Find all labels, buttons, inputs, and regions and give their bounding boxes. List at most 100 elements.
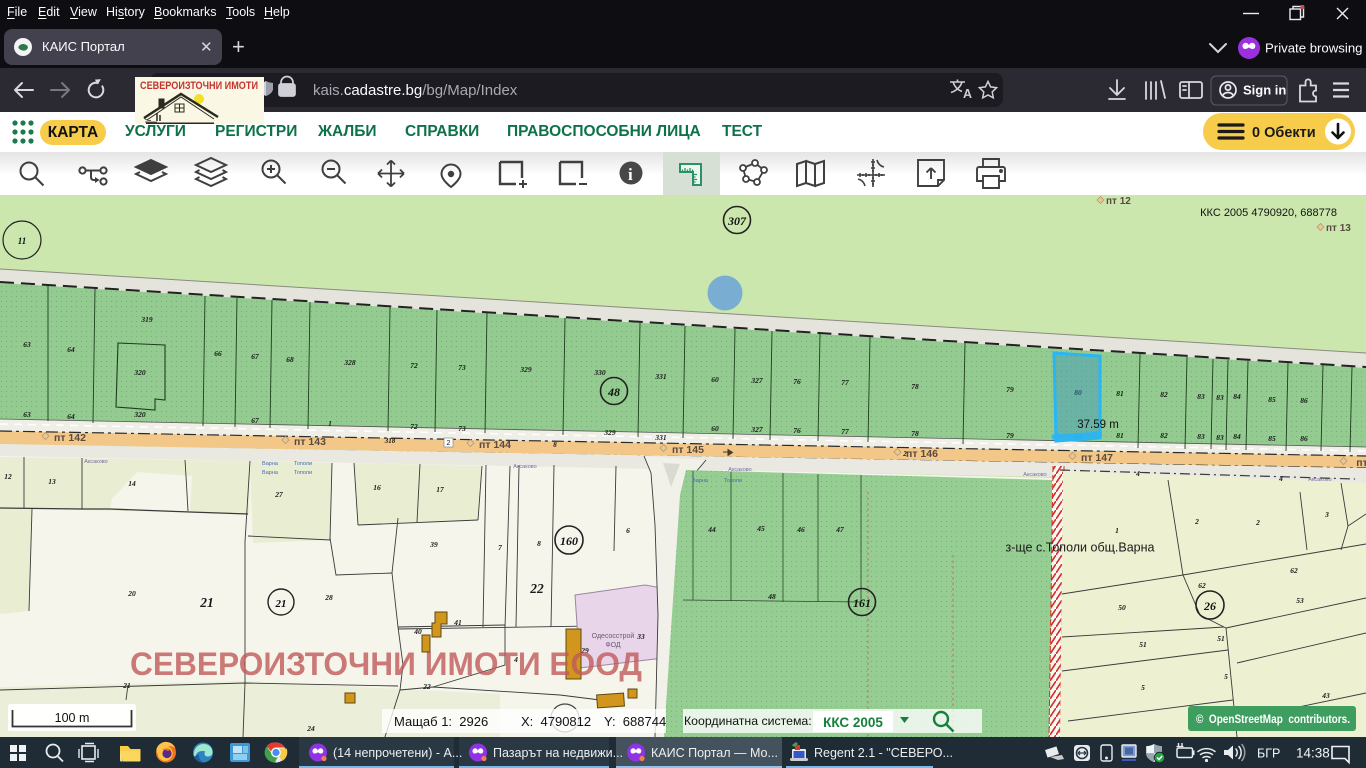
svg-text:62: 62: [1198, 581, 1206, 590]
svg-text:64: 64: [67, 412, 75, 421]
svg-text:СЕВЕРОИЗТОЧНИ ИМОТИ ЕООД: СЕВЕРОИЗТОЧНИ ИМОТИ ЕООД: [130, 646, 642, 682]
svg-text:Мащаб 1: 2926: Мащаб 1: 2926: [394, 714, 488, 729]
svg-text:Y: 688744: Y: 688744: [604, 714, 666, 729]
svg-text:40: 40: [413, 627, 422, 636]
svg-text:82: 82: [1160, 431, 1168, 440]
svg-text:Аксаково: Аксаково: [84, 459, 107, 465]
svg-text:22: 22: [422, 682, 431, 691]
svg-text:2: 2: [1194, 517, 1199, 526]
svg-text:11: 11: [18, 236, 27, 246]
svg-text:50: 50: [1118, 603, 1126, 612]
svg-text:20: 20: [127, 589, 136, 598]
svg-text:пт 145: пт 145: [672, 444, 704, 456]
svg-text:Regent 2.1 - "СЕВЕРО...: Regent 2.1 - "СЕВЕРО...: [814, 746, 953, 760]
svg-text:27: 27: [274, 490, 283, 499]
svg-text:51: 51: [1217, 634, 1225, 643]
svg-text:83: 83: [1216, 393, 1224, 402]
svg-text:28: 28: [324, 593, 333, 602]
svg-text:Тополи: Тополи: [294, 470, 312, 476]
svg-text:82: 82: [1160, 390, 1168, 399]
svg-text:77: 77: [841, 378, 849, 387]
svg-text:44: 44: [707, 525, 716, 534]
svg-text:2: 2: [447, 440, 451, 447]
svg-text:53: 53: [1296, 596, 1304, 605]
svg-text:7: 7: [498, 543, 502, 552]
svg-text:22: 22: [529, 581, 544, 596]
svg-text:пт 143: пт 143: [294, 436, 326, 448]
svg-text:161: 161: [853, 596, 871, 610]
svg-text:39: 39: [429, 540, 438, 549]
svg-text:63: 63: [23, 340, 31, 349]
svg-text:17: 17: [436, 485, 444, 494]
svg-text:пт: пт: [1356, 457, 1366, 469]
svg-text:307: 307: [727, 214, 747, 228]
svg-text:328: 328: [343, 358, 356, 367]
svg-text:Координатна система:: Координатна система:: [684, 714, 812, 728]
svg-text:85: 85: [1268, 395, 1276, 404]
svg-text:Одесосстрой: Одесосстрой: [592, 632, 635, 640]
svg-text:320: 320: [133, 410, 146, 419]
svg-text:67: 67: [251, 416, 259, 425]
svg-text:X: 4790812: X: 4790812: [521, 714, 591, 729]
svg-text:Private browsing: Private browsing: [1265, 41, 1362, 56]
svg-text:84: 84: [1233, 432, 1241, 441]
svg-text:4: 4: [1135, 469, 1140, 478]
svg-text:Варна: Варна: [262, 470, 279, 476]
svg-text:47: 47: [835, 525, 844, 534]
svg-text:329: 329: [603, 428, 616, 437]
svg-text:5: 5: [1141, 683, 1145, 692]
svg-text:5: 5: [1224, 672, 1228, 681]
svg-text:60: 60: [711, 424, 719, 433]
svg-text:2: 2: [1255, 518, 1260, 527]
svg-text:83: 83: [1197, 392, 1205, 401]
svg-text:21: 21: [275, 598, 287, 610]
svg-text:Тополи: Тополи: [724, 478, 742, 484]
svg-text:8: 8: [553, 441, 557, 449]
svg-text:77: 77: [841, 427, 849, 436]
svg-text:пт 142: пт 142: [54, 432, 86, 444]
svg-text:330: 330: [593, 368, 606, 377]
svg-text:пт 12: пт 12: [1106, 196, 1131, 207]
svg-text:пт 147: пт 147: [1081, 452, 1113, 464]
svg-text:12: 12: [4, 472, 12, 481]
svg-text:76: 76: [793, 426, 801, 435]
svg-text:43: 43: [1321, 691, 1330, 700]
svg-text:73: 73: [458, 424, 466, 433]
svg-text:A: A: [963, 87, 972, 101]
svg-text:пт 146: пт 146: [906, 448, 938, 460]
svg-text:48: 48: [767, 592, 776, 601]
svg-text:327: 327: [750, 376, 763, 385]
svg-text:76: 76: [793, 377, 801, 386]
svg-text:16: 16: [373, 483, 381, 492]
svg-text:з-ще с.Тополи общ.Варна: з-ще с.Тополи общ.Варна: [1006, 541, 1155, 555]
svg-text:78: 78: [911, 429, 919, 438]
svg-text:Пазарът на недвижи...: Пазарът на недвижи...: [493, 746, 623, 760]
svg-text:68: 68: [286, 355, 294, 364]
svg-text:62: 62: [1290, 566, 1298, 575]
svg-text:26: 26: [1203, 599, 1216, 613]
svg-text:84: 84: [1233, 392, 1241, 401]
svg-text:318: 318: [384, 437, 396, 445]
svg-text:14:38: 14:38: [1296, 746, 1330, 761]
svg-text:41: 41: [453, 618, 462, 627]
svg-text:21: 21: [122, 681, 131, 690]
svg-text:2: 2: [902, 450, 907, 458]
svg-text:81: 81: [1116, 431, 1124, 440]
svg-text:Тополи: Тополи: [294, 461, 312, 467]
svg-text:83: 83: [1216, 433, 1224, 442]
svg-text:24: 24: [306, 724, 315, 733]
svg-text:66: 66: [214, 349, 222, 358]
svg-text:БГР: БГР: [1257, 747, 1280, 761]
svg-text:329: 329: [519, 365, 532, 374]
svg-text:45: 45: [756, 524, 765, 533]
svg-text:160: 160: [560, 534, 578, 548]
svg-text:78: 78: [911, 382, 919, 391]
svg-text:46: 46: [796, 525, 805, 534]
svg-text:1: 1: [328, 419, 332, 428]
svg-text:72: 72: [410, 422, 418, 431]
svg-text:86: 86: [1300, 434, 1308, 443]
svg-text:1: 1: [1115, 526, 1119, 535]
svg-text:13: 13: [48, 477, 56, 486]
svg-text:51: 51: [1139, 640, 1147, 649]
svg-text:Аксаково: Аксаково: [1023, 472, 1046, 478]
